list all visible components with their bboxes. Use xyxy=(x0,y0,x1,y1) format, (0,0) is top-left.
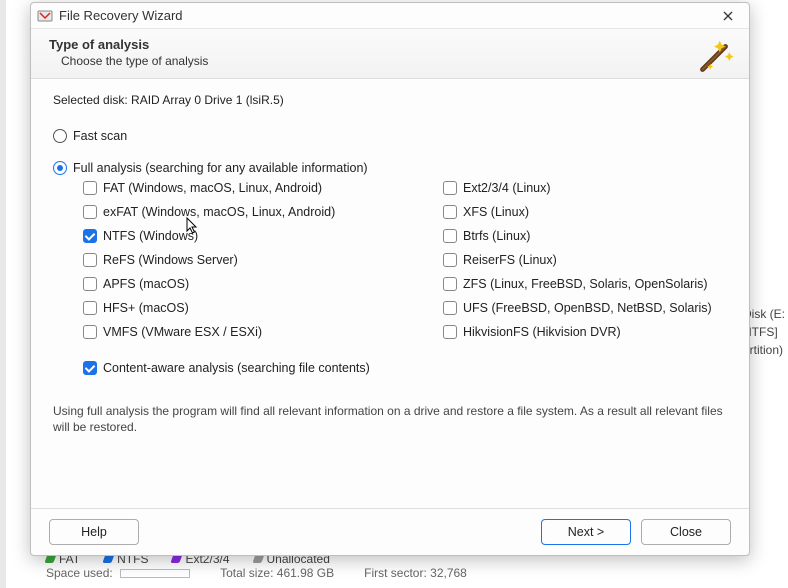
checkbox-fs[interactable]: UFS (FreeBSD, OpenBSD, NetBSD, Solaris) xyxy=(443,301,743,315)
checkbox-fs[interactable]: FAT (Windows, macOS, Linux, Android) xyxy=(83,181,413,195)
close-button[interactable] xyxy=(713,5,743,27)
checkbox-fs[interactable]: XFS (Linux) xyxy=(443,205,743,219)
checkbox-label: Content-aware analysis (searching file c… xyxy=(103,361,370,375)
checkbox-label: ZFS (Linux, FreeBSD, Solaris, OpenSolari… xyxy=(463,277,708,291)
checkbox-fs[interactable]: HFS+ (macOS) xyxy=(83,301,413,315)
checkbox-icon xyxy=(83,277,97,291)
radio-full-analysis[interactable]: Full analysis (searching for any availab… xyxy=(53,161,727,175)
checkbox-label: UFS (FreeBSD, OpenBSD, NetBSD, Solaris) xyxy=(463,301,712,315)
close-icon xyxy=(723,11,733,21)
checkbox-fs[interactable]: ReiserFS (Linux) xyxy=(443,253,743,267)
close-dialog-button[interactable]: Close xyxy=(641,519,731,545)
checkbox-label: ReiserFS (Linux) xyxy=(463,253,557,267)
selected-disk-label: Selected disk: RAID Array 0 Drive 1 (lsi… xyxy=(53,93,727,107)
checkbox-label: Btrfs (Linux) xyxy=(463,229,530,243)
bg-status-bar: Space used: Total size: 461.98 GB First … xyxy=(46,558,788,588)
app-icon xyxy=(37,8,53,24)
checkbox-label: NTFS (Windows) xyxy=(103,229,198,243)
checkbox-label: HFS+ (macOS) xyxy=(103,301,189,315)
checkbox-fs[interactable]: ReFS (Windows Server) xyxy=(83,253,413,267)
checkbox-fs[interactable]: APFS (macOS) xyxy=(83,277,413,291)
checkbox-icon xyxy=(83,181,97,195)
checkbox-fs[interactable]: exFAT (Windows, macOS, Linux, Android) xyxy=(83,205,413,219)
checkbox-icon xyxy=(83,301,97,315)
radio-label: Full analysis (searching for any availab… xyxy=(73,161,368,175)
hint-text: Using full analysis the program will fin… xyxy=(53,403,727,435)
checkbox-icon xyxy=(83,361,97,375)
checkbox-label: Ext2/3/4 (Linux) xyxy=(463,181,551,195)
checkbox-icon xyxy=(83,229,97,243)
checkbox-fs[interactable]: Btrfs (Linux) xyxy=(443,229,743,243)
checkbox-icon xyxy=(443,205,457,219)
checkbox-fs[interactable]: Ext2/3/4 (Linux) xyxy=(443,181,743,195)
checkbox-label: XFS (Linux) xyxy=(463,205,529,219)
radio-fast-scan[interactable]: Fast scan xyxy=(53,129,727,143)
checkbox-icon xyxy=(443,301,457,315)
radio-icon xyxy=(53,129,67,143)
wizard-content: Selected disk: RAID Array 0 Drive 1 (lsi… xyxy=(31,79,749,508)
header-title: Type of analysis xyxy=(49,37,731,52)
header-subtitle: Choose the type of analysis xyxy=(61,54,731,68)
checkbox-icon xyxy=(83,253,97,267)
checkbox-icon xyxy=(83,205,97,219)
checkbox-icon xyxy=(443,229,457,243)
checkbox-icon xyxy=(443,181,457,195)
wizard-header: Type of analysis Choose the type of anal… xyxy=(31,29,749,79)
titlebar-title: File Recovery Wizard xyxy=(59,8,183,23)
checkbox-fs[interactable]: HikvisionFS (Hikvision DVR) xyxy=(443,325,743,339)
checkbox-label: exFAT (Windows, macOS, Linux, Android) xyxy=(103,205,335,219)
checkbox-icon xyxy=(443,325,457,339)
checkbox-icon xyxy=(443,253,457,267)
checkbox-label: APFS (macOS) xyxy=(103,277,189,291)
wizard-dialog: File Recovery Wizard Type of analysis Ch… xyxy=(30,2,750,556)
radio-icon xyxy=(53,161,67,175)
help-button[interactable]: Help xyxy=(49,519,139,545)
checkbox-fs[interactable]: VMFS (VMware ESX / ESXi) xyxy=(83,325,413,339)
checkbox-label: HikvisionFS (Hikvision DVR) xyxy=(463,325,621,339)
checkbox-fs[interactable]: ZFS (Linux, FreeBSD, Solaris, OpenSolari… xyxy=(443,277,743,291)
checkbox-content-aware[interactable]: Content-aware analysis (searching file c… xyxy=(83,361,727,375)
titlebar: File Recovery Wizard xyxy=(31,3,749,29)
wizard-footer: Help Next > Close xyxy=(31,508,749,555)
checkbox-label: VMFS (VMware ESX / ESXi) xyxy=(103,325,262,339)
checkbox-icon xyxy=(443,277,457,291)
wizard-wand-icon xyxy=(691,35,737,81)
checkbox-label: ReFS (Windows Server) xyxy=(103,253,238,267)
next-button[interactable]: Next > xyxy=(541,519,631,545)
checkbox-icon xyxy=(83,325,97,339)
radio-label: Fast scan xyxy=(73,129,127,143)
checkbox-label: FAT (Windows, macOS, Linux, Android) xyxy=(103,181,322,195)
filesystem-grid: FAT (Windows, macOS, Linux, Android) Ext2… xyxy=(83,181,727,339)
checkbox-fs[interactable]: NTFS (Windows) xyxy=(83,229,413,243)
